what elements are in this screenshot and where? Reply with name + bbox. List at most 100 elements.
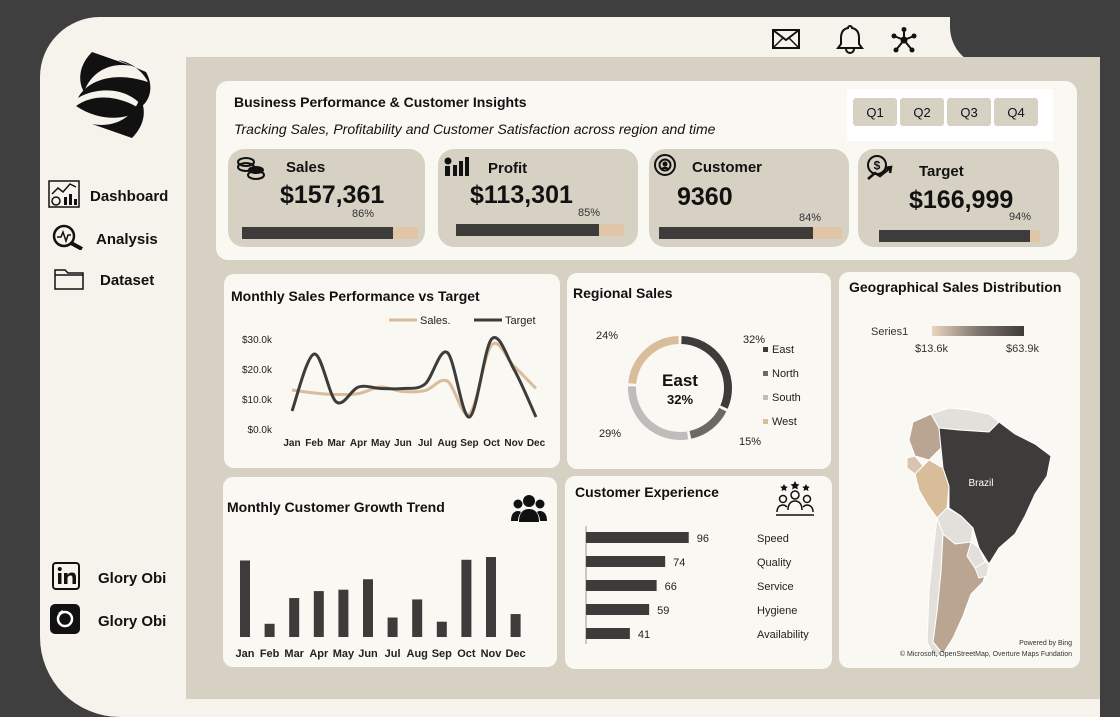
page-subtitle: Tracking Sales, Profitability and Custom… <box>234 121 716 137</box>
category-label: Speed <box>757 533 789 545</box>
legend-swatch <box>763 347 768 352</box>
social-portfolio[interactable]: Glory Obi <box>50 604 166 638</box>
kpi-percent: 84% <box>799 212 822 224</box>
x-tick-label: Oct <box>483 438 500 449</box>
x-tick-label: Nov <box>481 648 503 660</box>
nav-dashboard[interactable]: Dashboard <box>48 180 168 212</box>
nav-label: Analysis <box>96 230 158 248</box>
kpi-sales: Sales $157,361 86% <box>228 149 425 247</box>
experience-bar <box>586 628 630 639</box>
bar-value-label: 59 <box>657 605 669 617</box>
kpi-progress <box>242 227 418 239</box>
series-line-sales <box>291 341 538 416</box>
customer-growth-card: Monthly Customer Growth Trend Jan Feb Mar A… <box>223 477 557 667</box>
series-line-target <box>290 335 538 419</box>
growth-bar <box>486 557 496 637</box>
x-tick-label: Sep <box>460 438 478 449</box>
x-tick-label: Dec <box>506 648 526 660</box>
kpi-progress <box>456 224 624 236</box>
monthly-sales-line-chart: $30.0k$20.0k$10.0k$0.0kJan Feb Mar Apr May Ju… <box>242 315 546 449</box>
legend-label: North <box>772 368 799 380</box>
experience-bar <box>586 556 666 567</box>
y-tick-label: $10.0k <box>242 395 273 406</box>
portfolio-icon <box>50 604 90 638</box>
kpi-progress-fill <box>456 224 599 236</box>
q3-button[interactable]: Q3 <box>947 98 991 126</box>
monthly-sales-card: Monthly Sales Performance vs Target $30.… <box>224 274 560 468</box>
kpi-progress <box>879 230 1040 242</box>
south-america-map[interactable]: Brazil <box>839 272 1080 668</box>
social-linkedin[interactable]: Glory Obi <box>52 562 166 594</box>
nav-analysis[interactable]: Analysis <box>52 224 158 254</box>
page-title: Business Performance & Customer Insights <box>234 94 527 110</box>
bar-value-label: 96 <box>697 533 709 545</box>
kpi-percent: 85% <box>578 207 601 219</box>
growth-bar <box>240 560 250 637</box>
y-tick-label: $20.0k <box>242 365 273 376</box>
bell-icon[interactable] <box>836 24 864 59</box>
experience-bar <box>586 532 689 543</box>
experience-bar <box>586 580 657 591</box>
x-tick-label: Jul <box>418 438 433 449</box>
category-label: Quality <box>757 557 792 569</box>
donut-center-value: 32% <box>667 392 693 407</box>
x-tick-label: Sep <box>432 648 452 660</box>
kpi-percent: 94% <box>1009 211 1032 223</box>
q4-button[interactable]: Q4 <box>994 98 1038 126</box>
x-tick-label: Apr <box>309 648 329 660</box>
legend-label: South <box>772 392 801 404</box>
growth-bar <box>412 599 423 637</box>
growth-bar <box>338 589 349 637</box>
donut-center-label: East <box>662 371 698 390</box>
legend-swatch <box>763 371 768 376</box>
regional-sales-card: Regional Sales East 32% 32% 15% 29% 24% East No… <box>567 273 831 469</box>
kpi-label: Profit <box>488 160 528 177</box>
analysis-magnifier-icon <box>52 224 96 254</box>
kpi-label: Sales <box>286 159 326 176</box>
growth-bar <box>436 621 447 637</box>
x-tick-label: Apr <box>350 438 367 449</box>
donut-data-label: 15% <box>739 436 761 448</box>
x-tick-label: Aug <box>407 648 428 660</box>
kpi-progress-fill <box>242 227 394 239</box>
kpi-progress-fill <box>879 230 1031 242</box>
kpi-value: $113,301 <box>470 181 573 209</box>
q2-button[interactable]: Q2 <box>900 98 944 126</box>
nav-label: Dashboard <box>90 187 169 205</box>
growth-bar <box>387 617 398 637</box>
x-tick-label: Mar <box>284 648 304 660</box>
map-label-brazil: Brazil <box>968 478 993 489</box>
category-label: Service <box>757 581 794 593</box>
legend-label: West <box>772 416 797 428</box>
donut-data-label: 32% <box>743 334 765 346</box>
donut-slice-north <box>689 407 727 439</box>
kpi-value: $166,999 <box>909 186 1014 214</box>
x-tick-label: Oct <box>457 648 476 660</box>
x-tick-label: Jul <box>385 648 401 660</box>
network-icon[interactable] <box>891 27 917 58</box>
donut-data-label: 24% <box>596 330 618 342</box>
growth-bar <box>264 623 275 637</box>
brand-logo <box>72 48 152 142</box>
legend-swatch <box>763 395 768 400</box>
bar-value-label: 74 <box>673 557 685 569</box>
bar-value-label: 41 <box>638 629 650 641</box>
experience-bar <box>586 604 650 615</box>
x-tick-label: Nov <box>504 438 523 449</box>
legend-label: Target <box>505 315 536 327</box>
x-tick-label: Feb <box>305 438 323 449</box>
kpi-value: 9360 <box>677 183 733 211</box>
folder-icon <box>54 266 94 294</box>
category-label: Availability <box>757 629 809 641</box>
q1-button[interactable]: Q1 <box>853 98 897 126</box>
mail-icon[interactable] <box>772 29 800 54</box>
quarter-filter: Q1 Q2 Q3 Q4 <box>847 89 1053 141</box>
nav-dataset[interactable]: Dataset <box>54 266 154 294</box>
kpi-customer: Customer 9360 84% <box>649 149 849 247</box>
kpi-progress <box>659 227 842 239</box>
geo-map-card: Geographical Sales Distribution Series1 … <box>839 272 1080 668</box>
customer-experience-bar-chart: 96 Speed 74 Quality 66 Service 59 Hygiene 41 Avai… <box>585 526 809 644</box>
growth-bar <box>363 579 373 637</box>
legend-swatch <box>763 419 768 424</box>
map-credit-powered: Powered by Bing <box>1019 640 1072 647</box>
